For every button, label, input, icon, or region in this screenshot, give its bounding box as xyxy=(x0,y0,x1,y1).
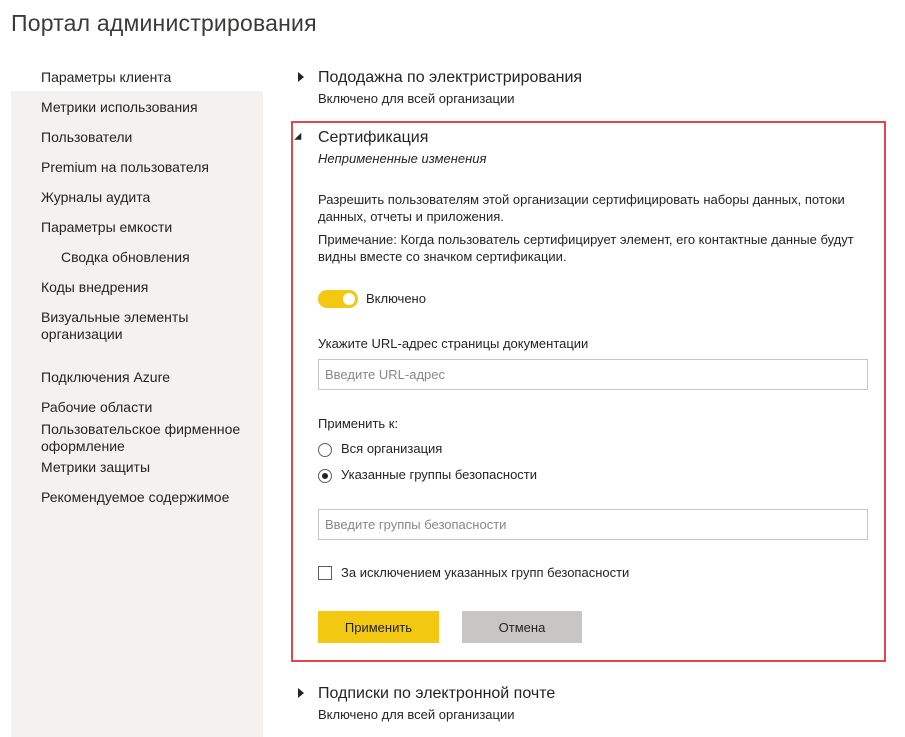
unapplied-changes-status: Непримененные изменения xyxy=(318,151,487,166)
expand-arrow-icon[interactable] xyxy=(298,688,304,698)
page-title: Портал администрирования xyxy=(11,10,317,36)
sidebar-item-azure-connections[interactable]: Подключения Azure xyxy=(41,369,170,386)
sidebar-item-usage-metrics[interactable]: Метрики использования xyxy=(41,99,198,116)
radio-specific-groups-label[interactable]: Указанные группы безопасности xyxy=(341,467,537,482)
security-groups-input[interactable] xyxy=(318,509,868,540)
sidebar-item-premium-per-user[interactable]: Premium на пользователя xyxy=(41,159,209,176)
cancel-button[interactable]: Отмена xyxy=(462,611,582,643)
sidebar-item-workspaces[interactable]: Рабочие области xyxy=(41,399,152,416)
radio-specific-groups[interactable] xyxy=(318,469,332,483)
exclude-groups-label[interactable]: За исключением указанных групп безопасно… xyxy=(341,565,629,580)
section-status-email-subscriptions: Включено для всей организации xyxy=(318,707,515,722)
expand-arrow-icon[interactable] xyxy=(298,72,304,82)
sidebar-item-audit-logs[interactable]: Журналы аудита xyxy=(41,189,150,206)
radio-entire-organization-label[interactable]: Вся организация xyxy=(341,441,442,456)
sidebar-item-capacity-settings[interactable]: Параметры емкости xyxy=(41,219,172,236)
sidebar-item-refresh-summary[interactable]: Сводка обновления xyxy=(61,249,190,266)
section-title-certification[interactable]: Сертификация xyxy=(318,129,428,147)
apply-button[interactable]: Применить xyxy=(318,611,439,643)
section-title-email-subscriptions[interactable]: Подписки по электронной почте xyxy=(318,685,555,703)
radio-entire-organization[interactable] xyxy=(318,443,332,457)
exclude-groups-checkbox[interactable] xyxy=(318,566,332,580)
apply-to-label: Применить к: xyxy=(318,416,399,431)
sidebar-item-users[interactable]: Пользователи xyxy=(41,129,132,146)
radio-selected-dot xyxy=(322,473,328,479)
certification-description: Разрешить пользователям этой организации… xyxy=(318,192,845,224)
sidebar-item-org-visuals[interactable]: Визуальные элементы организации xyxy=(41,309,221,343)
toggle-label: Включено xyxy=(366,291,426,306)
section-title-first[interactable]: Пододажна по электристрирования xyxy=(318,69,582,87)
certification-note: Примечание: Когда пользователь сертифици… xyxy=(318,232,854,264)
sidebar-item-embed-codes[interactable]: Коды внедрения xyxy=(41,279,148,296)
sidebar-item-featured-content[interactable]: Рекомендуемое содержимое xyxy=(41,489,229,506)
toggle-knob xyxy=(343,293,355,305)
sidebar-item-custom-branding[interactable]: Пользовательское фирменное оформление xyxy=(41,421,251,455)
documentation-url-input[interactable] xyxy=(318,359,868,390)
url-field-label: Укажите URL-адрес страницы документации xyxy=(318,336,589,351)
enabled-toggle[interactable] xyxy=(318,290,358,308)
sidebar-item-tenant-settings[interactable]: Параметры клиента xyxy=(41,69,171,86)
section-status-first: Включено для всей организации xyxy=(318,91,515,106)
sidebar: Параметры клиента Метрики использования … xyxy=(11,61,263,737)
sidebar-item-protection-metrics[interactable]: Метрики защиты xyxy=(41,459,150,476)
